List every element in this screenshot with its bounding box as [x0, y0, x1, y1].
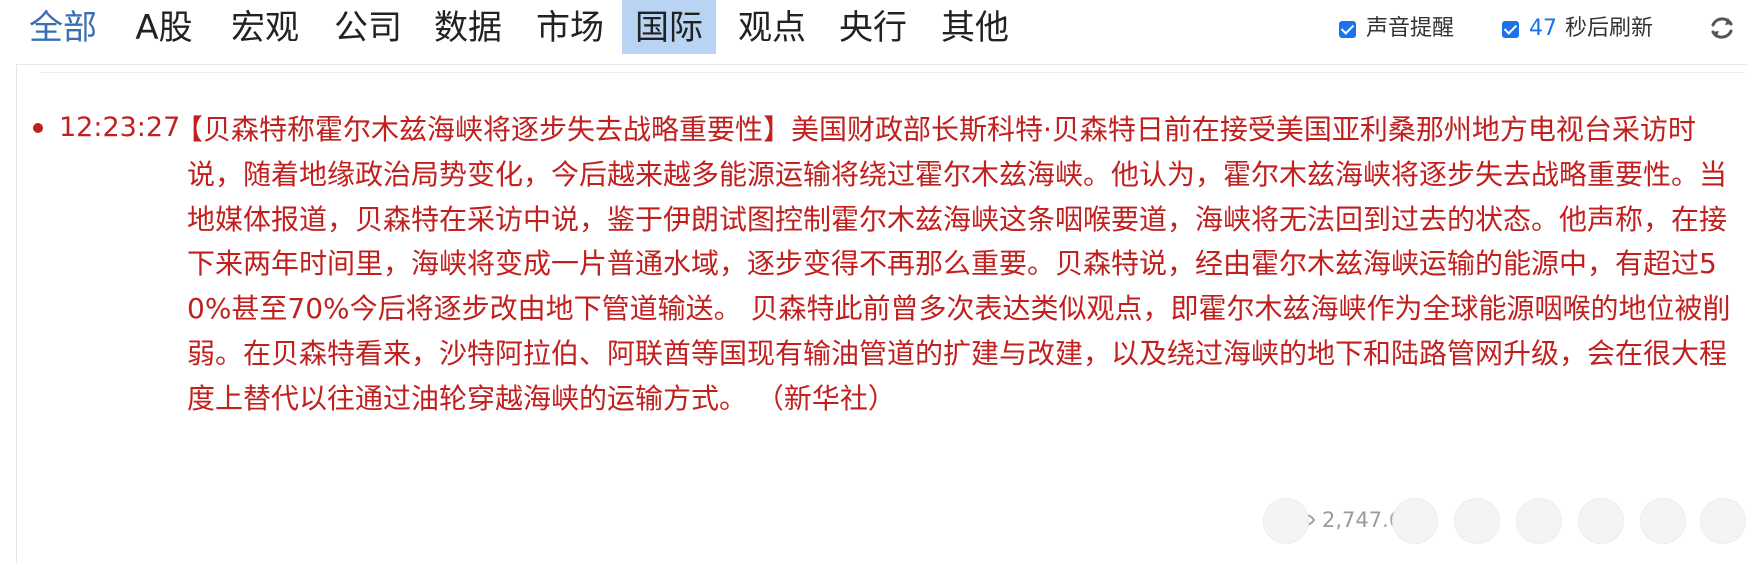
tab-international[interactable]: 国际 — [622, 0, 716, 54]
action-button[interactable] — [1578, 498, 1624, 544]
divider — [40, 72, 1745, 73]
auto-refresh-toggle[interactable]: 47 秒后刷新 — [1502, 14, 1653, 44]
news-body-text: 美国财政部长斯科特·贝森特日前在接受美国亚利桑那州地方电视台采访时说，随着地缘政… — [187, 113, 1731, 415]
refresh-icon[interactable] — [1707, 13, 1737, 43]
action-button[interactable] — [1263, 498, 1309, 544]
tab-market[interactable]: 市场 — [535, 0, 605, 54]
checkbox-checked-icon[interactable] — [1502, 20, 1519, 38]
refresh-countdown-label: 秒后刷新 — [1565, 16, 1654, 41]
action-button[interactable] — [1454, 498, 1500, 544]
tab-central-bank[interactable]: 央行 — [838, 0, 908, 54]
bullet-dot-icon — [33, 123, 43, 133]
sound-alert-label: 声音提醒 — [1366, 16, 1455, 41]
sound-alert-toggle[interactable]: 声音提醒 — [1339, 14, 1454, 44]
news-timestamp: 12:23:27 — [59, 112, 181, 143]
tab-a-shares[interactable]: A股 — [134, 0, 194, 54]
action-button[interactable] — [1392, 498, 1438, 544]
top-navigation: 全部 A股 宏观 公司 数据 市场 国际 观点 央行 其他 声音提醒 47 秒后… — [0, 0, 1764, 64]
news-title: 【贝森特称霍尔木兹海峡将逐步失去战略重要性】 — [175, 113, 792, 146]
action-button[interactable] — [1516, 498, 1562, 544]
checkbox-checked-icon[interactable] — [1339, 20, 1356, 38]
tab-company[interactable]: 公司 — [333, 0, 403, 54]
action-button[interactable] — [1700, 498, 1746, 544]
refresh-countdown: 47 — [1529, 16, 1557, 41]
tab-macro[interactable]: 宏观 — [230, 0, 300, 54]
action-button[interactable] — [1640, 498, 1686, 544]
tab-all[interactable]: 全部 — [28, 0, 98, 54]
tab-data[interactable]: 数据 — [433, 0, 503, 54]
news-item[interactable]: 【贝森特称霍尔木兹海峡将逐步失去战略重要性】美国财政部长斯科特·贝森特日前在接受… — [175, 108, 1747, 422]
tab-other[interactable]: 其他 — [940, 0, 1010, 54]
tab-opinion[interactable]: 观点 — [737, 0, 807, 54]
